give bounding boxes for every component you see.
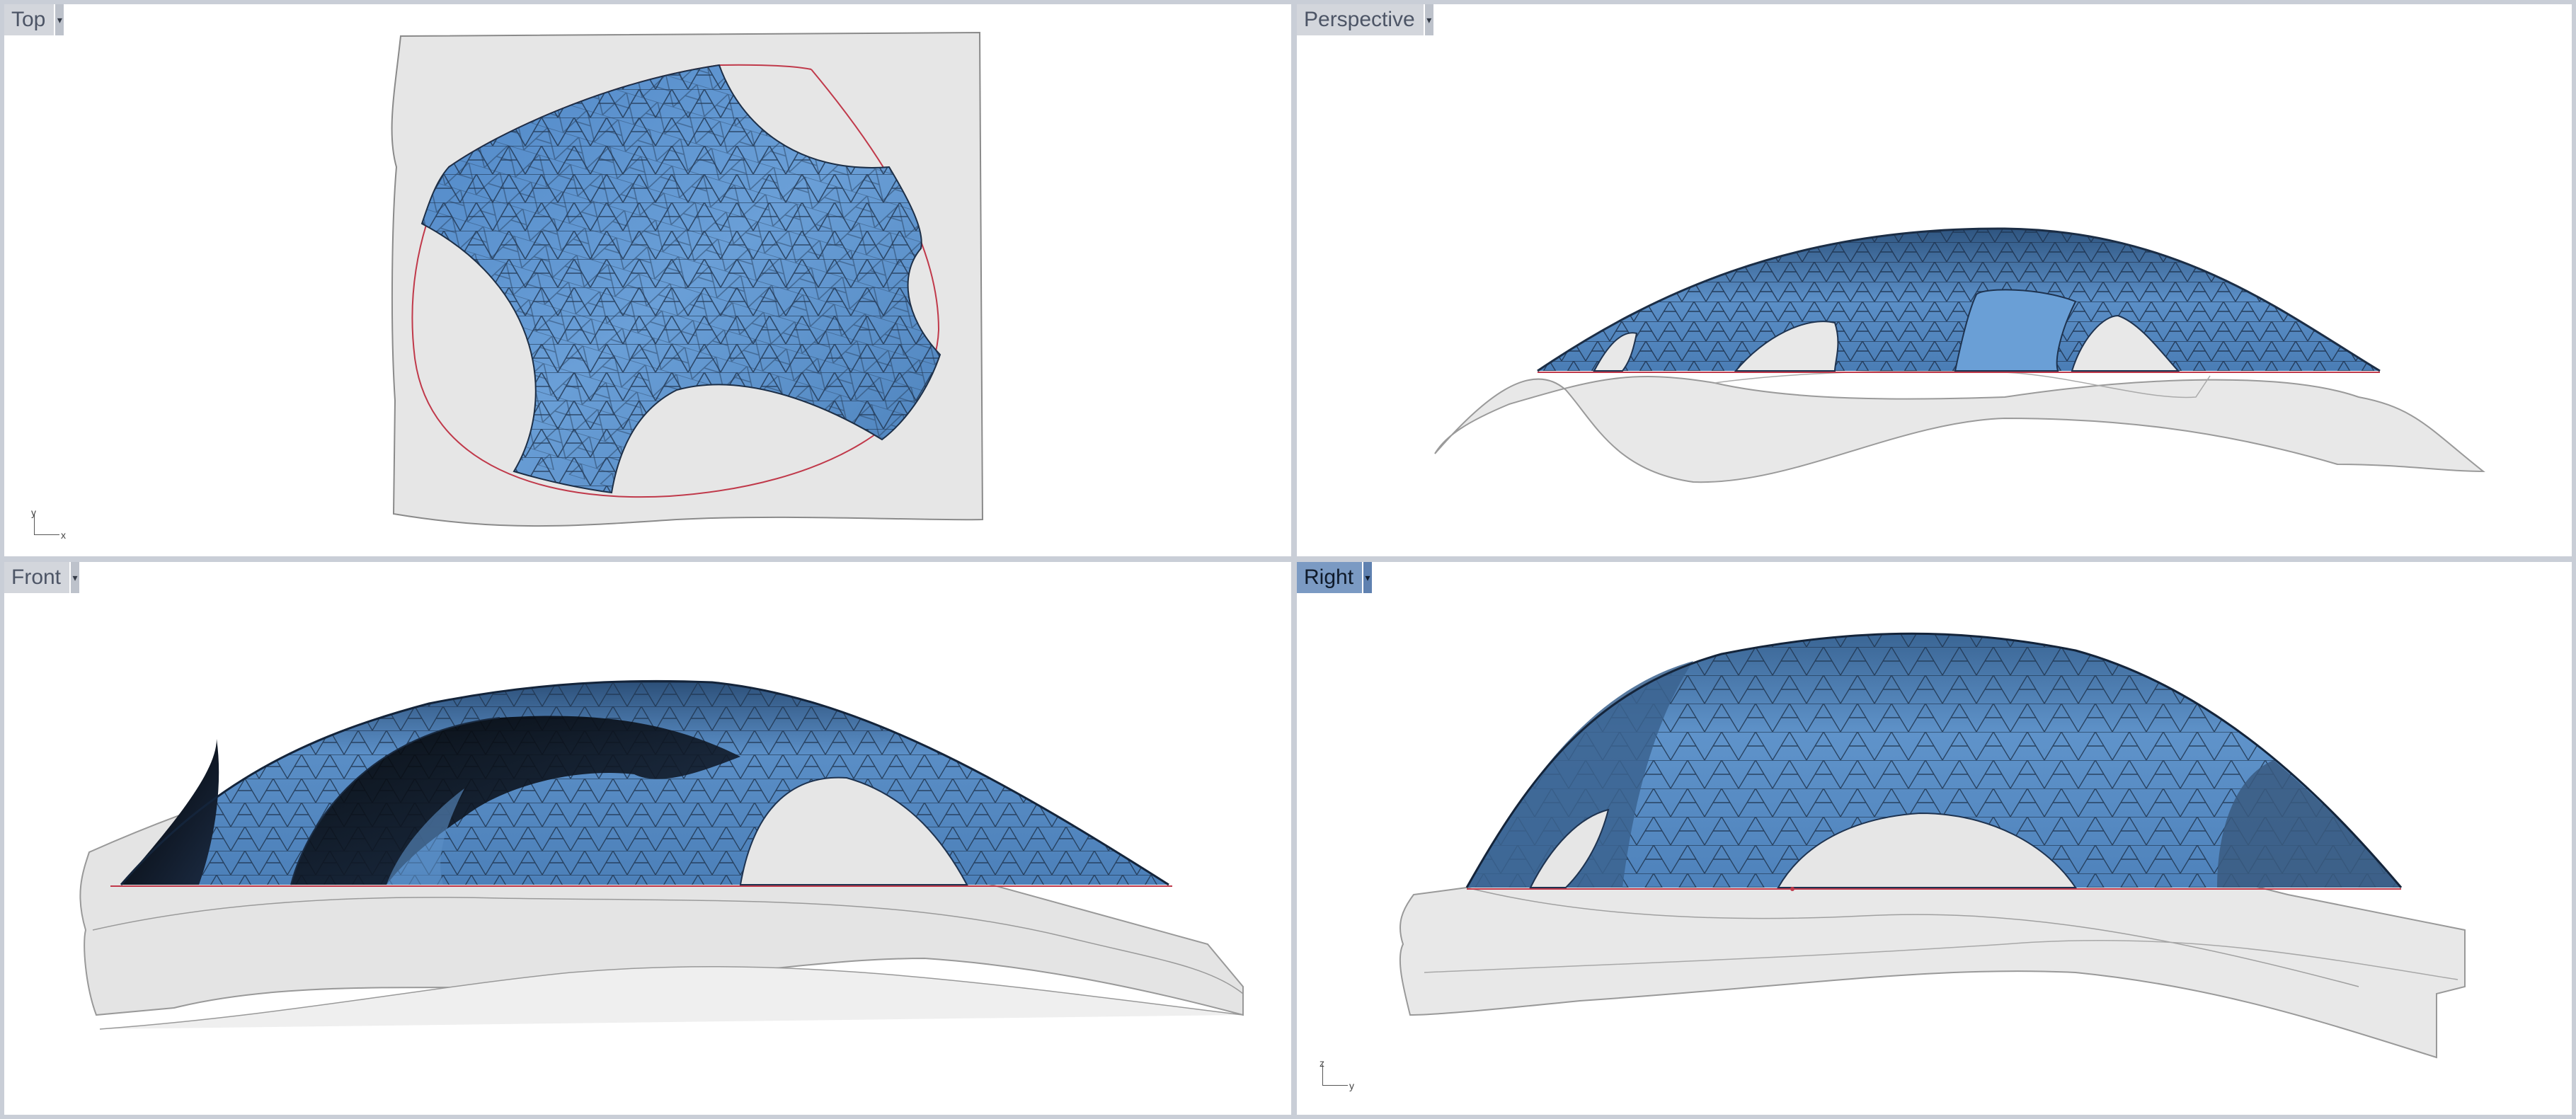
viewport-perspective[interactable]: Perspective ▾: [1297, 4, 2572, 556]
right-view-canvas[interactable]: [1297, 562, 2572, 1115]
axis-label-horizontal: y: [1349, 1080, 1354, 1091]
chevron-down-icon[interactable]: ▾: [1424, 4, 1433, 35]
axis-icon: y x: [30, 507, 72, 542]
axis-label-vertical: y: [31, 507, 36, 518]
viewport-label-perspective[interactable]: Perspective: [1297, 4, 1424, 35]
axis-label-vertical: z: [1320, 1057, 1324, 1069]
rhino-viewport-layout: Top ▾ y x Perspective ▾ Front ▾ Right ▾ …: [0, 0, 2576, 1119]
chevron-down-icon[interactable]: ▾: [55, 4, 64, 35]
front-view-canvas[interactable]: [4, 562, 1291, 1115]
axis-horizontal-line: [34, 534, 59, 535]
viewport-label-front[interactable]: Front: [4, 562, 70, 593]
viewport-tab-perspective[interactable]: Perspective ▾: [1297, 4, 1433, 35]
axis-horizontal-line: [1322, 1085, 1348, 1086]
viewport-tab-front[interactable]: Front ▾: [4, 562, 80, 593]
viewport-top[interactable]: Top ▾ y x: [4, 4, 1291, 556]
viewport-front[interactable]: Front ▾: [4, 562, 1291, 1115]
perspective-view-canvas[interactable]: [1297, 4, 2572, 556]
viewport-tab-top[interactable]: Top ▾: [4, 4, 64, 35]
viewport-label-right[interactable]: Right: [1297, 562, 1363, 593]
axis-label-horizontal: x: [61, 529, 66, 541]
viewport-label-top[interactable]: Top: [4, 4, 55, 35]
chevron-down-icon[interactable]: ▾: [1363, 562, 1373, 593]
axis-icon: z y: [1318, 1057, 1361, 1093]
chevron-down-icon[interactable]: ▾: [71, 562, 80, 593]
viewport-tab-right[interactable]: Right ▾: [1297, 562, 1373, 593]
top-view-canvas[interactable]: [4, 4, 1291, 556]
viewport-right[interactable]: Right ▾ z y: [1297, 562, 2572, 1115]
